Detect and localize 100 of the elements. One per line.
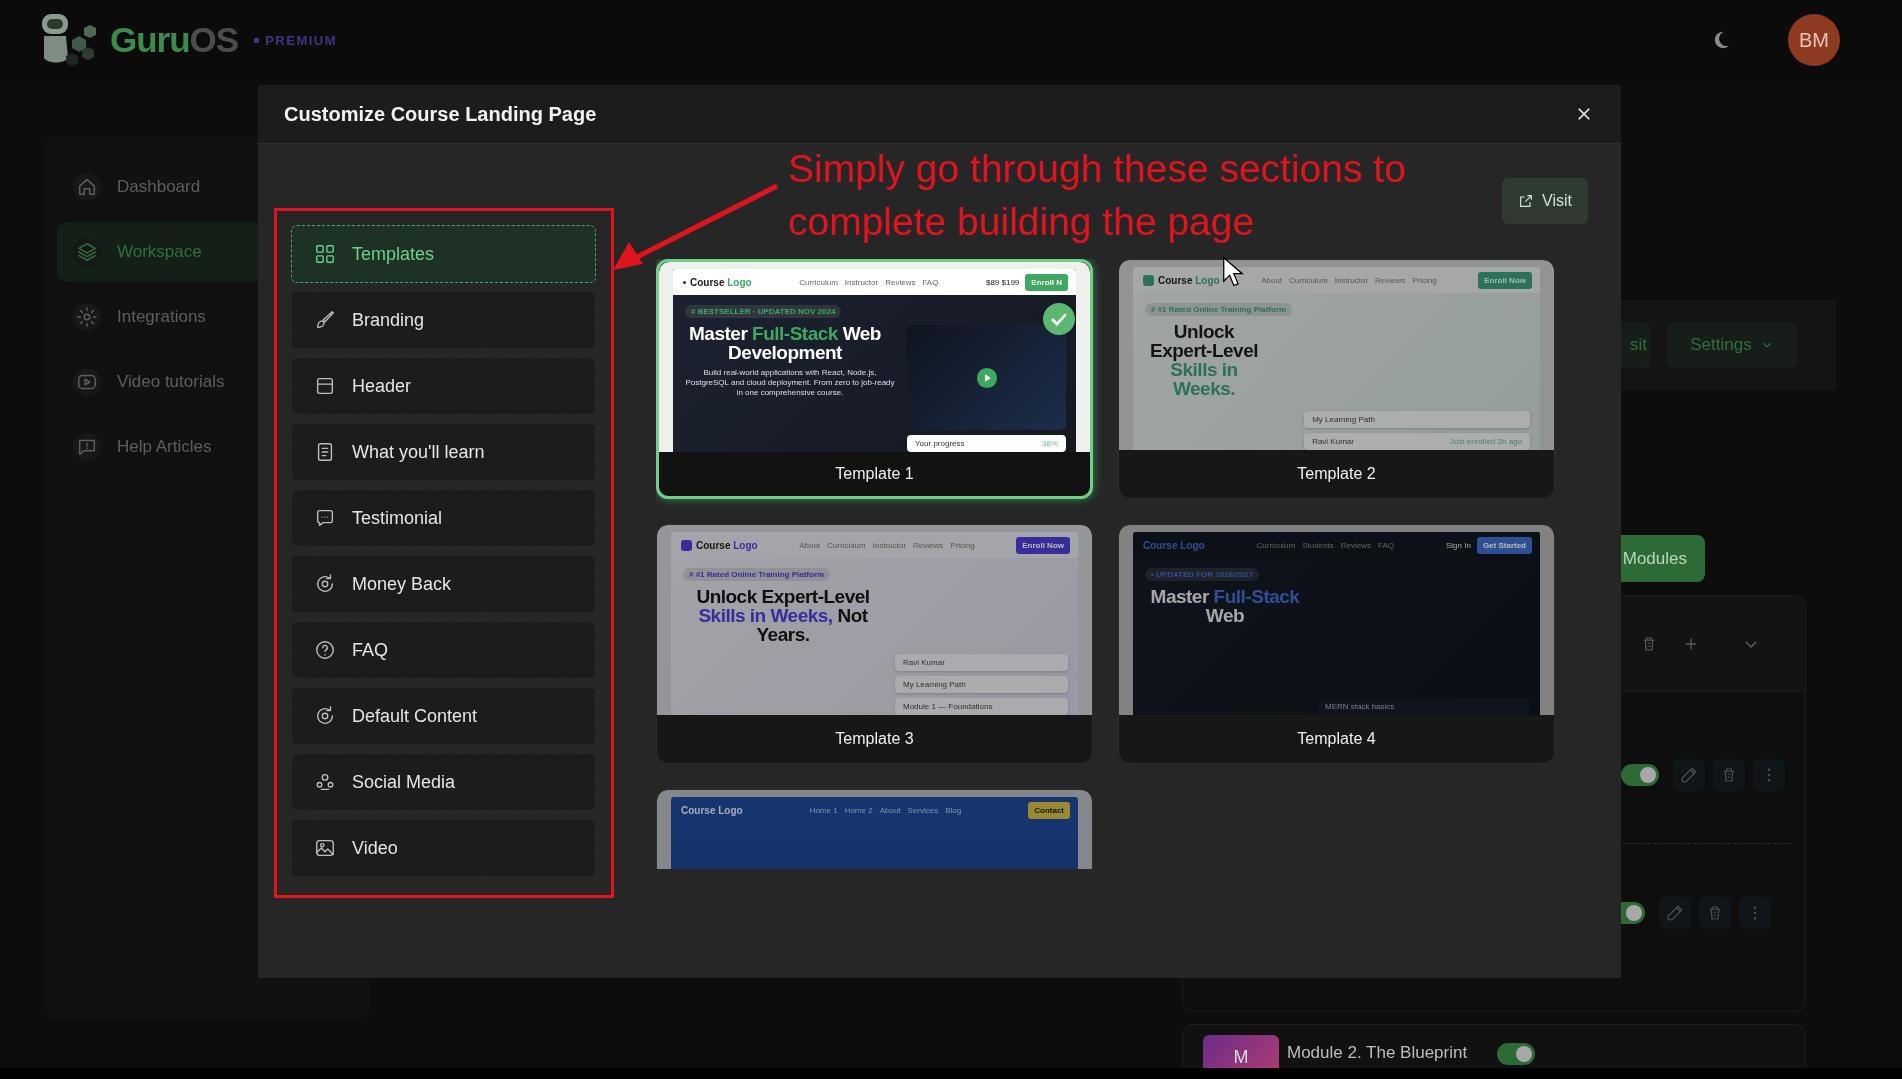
grid-icon	[314, 243, 336, 265]
nav-link: Services	[907, 805, 939, 815]
nav-link: About	[879, 805, 901, 815]
course-logo: Course Logo	[1143, 539, 1205, 551]
nav-link: Blog	[945, 805, 962, 815]
header-link: Sign In	[1445, 540, 1471, 550]
delete-button[interactable]	[1713, 758, 1745, 791]
nav-link: Curriculum	[1256, 540, 1296, 550]
delete-button[interactable]	[1699, 896, 1731, 929]
template-card[interactable]: Course Logo About Curriculum Instructor Reviews Pricing Enroll Now # #1 Rated Online Training Platform Unlock Expert-Level Skills in Weeks. My Learning Path Ravi Kumar Just enrolled 2h ago Template 2	[1118, 259, 1555, 499]
section-tab[interactable]: Templates	[291, 225, 596, 283]
people-icon	[314, 771, 336, 793]
visit-button[interactable]: Visit	[1502, 178, 1588, 224]
nav-link: Pricing	[1412, 275, 1437, 285]
nav-link: Reviews	[885, 277, 916, 287]
play-icon	[975, 366, 998, 389]
chat-icon	[314, 507, 336, 529]
hero-badge: # #1 Rated Online Training Platform	[683, 568, 831, 581]
nav-link: Home 1	[809, 805, 838, 815]
info-card: Module 1 — Foundations	[895, 698, 1068, 715]
course-logo: Course Logo	[1143, 274, 1220, 286]
template-card[interactable]: Course Logo About Curriculum Instructor Reviews Pricing Enroll Now # #1 Rated Online Training Platform Unlock Expert-Level Skills in Weeks, Not Years. Ravi Kumar My Learning Path Module 1 — Foundations Template 3	[656, 524, 1093, 764]
section-tab[interactable]: Branding	[291, 291, 596, 349]
info-card: My Learning Path	[1304, 411, 1530, 428]
section-tab[interactable]: Video	[291, 819, 596, 877]
template-card[interactable]: Course Logo Curriculum Instructor Reviews FAQ $89 $199 Enroll N # BESTSELLER · UPDATED NOV 2024 Master Full-Stack Web Development Build real-world applications with React, Node.js, PostgreSQL and cloud deployment. From zero to job-ready in one comprehensive course. Your progress 38% Template 1	[656, 259, 1093, 499]
cta-button: Enroll Now	[1478, 271, 1532, 289]
circle-arrow-icon	[314, 573, 336, 595]
section-tab[interactable]: Testimonial	[291, 489, 596, 547]
hero-headline: Unlock Expert-Level Skills in Weeks, Not Years.	[695, 587, 871, 644]
section-tab[interactable]: Social Media	[291, 753, 596, 811]
hero-headline: Master Full-Stack Web	[1149, 587, 1301, 625]
course-logo: Course Logo	[681, 539, 758, 551]
hero-badge: # #1 Rated Online Training Platform	[1145, 303, 1293, 316]
hero-badge: # BESTSELLER · UPDATED NOV 2024	[685, 305, 842, 318]
section-tab[interactable]: Money Back	[291, 555, 596, 613]
layout-icon	[314, 375, 336, 397]
section-tab[interactable]: What you'll learn	[291, 423, 596, 481]
circle-arrow-icon	[314, 705, 336, 727]
check-icon	[1042, 302, 1076, 336]
image-icon	[314, 837, 336, 859]
info-card: My Learning Path	[895, 676, 1068, 693]
nav-link: Instructor	[1334, 275, 1369, 285]
help-icon	[73, 433, 101, 461]
nav-link: Instructor	[872, 540, 907, 550]
pencil-icon[interactable]	[1666, 903, 1684, 922]
nav-link: Reviews	[1375, 275, 1406, 285]
external-link-icon	[1518, 193, 1535, 209]
brush-icon	[314, 309, 336, 331]
hero-description: Build real-world applications with React, Node.js, PostgreSQL and cloud deployment. From zero to job-ready in one comprehensive course.	[685, 368, 895, 398]
hero-headline: Master Full-Stack Web Development	[688, 324, 882, 362]
nav-link: Reviews	[1340, 540, 1372, 550]
cursor-icon	[1222, 256, 1244, 288]
layers-icon	[73, 238, 101, 266]
hero-headline: Unlock Expert-Level Skills in Weeks.	[1148, 322, 1259, 398]
info-card: Ravi Kumar Just enrolled 2h ago	[1304, 433, 1530, 450]
home-icon	[73, 173, 101, 201]
pencil-icon[interactable]	[1680, 765, 1698, 784]
toggle-switch[interactable]	[1621, 763, 1659, 786]
video-icon	[73, 368, 101, 396]
cta-button: Enroll Now	[1016, 536, 1070, 554]
nav-link: About	[1261, 275, 1283, 285]
hero-badge: • UPDATED FOR 2026/2027	[1145, 568, 1260, 581]
question-icon	[314, 639, 336, 661]
brand-name: GuruOS	[110, 20, 239, 60]
template-card[interactable]: Course Logo Home 1 Home 2 About Services Blog Contact	[656, 789, 1093, 869]
module-thumbnail: M	[1203, 1035, 1279, 1068]
template-card[interactable]: Course Logo Curriculum Students Reviews FAQ Sign In Get Started • UPDATED FOR 2026/2027 Master Full-Stack Web MERN stack basics Template 4	[1118, 524, 1555, 764]
nav-link: Instructor	[844, 277, 879, 287]
close-icon	[1575, 105, 1593, 123]
tier-label: PREMIUM	[254, 32, 338, 48]
gear-icon	[73, 303, 101, 331]
course-logo: Course Logo	[683, 276, 752, 288]
annotation-text: Simply go through these sections to complete building the page	[788, 146, 1406, 245]
nav-link: FAQ	[922, 277, 939, 287]
cta-button: Enroll N	[1025, 273, 1068, 291]
module-title: Module 2. The Blueprint	[1287, 1043, 1468, 1063]
section-tab[interactable]: Header	[291, 357, 596, 415]
section-tab[interactable]: Default Content	[291, 687, 596, 745]
section-tab[interactable]: FAQ	[291, 621, 596, 679]
toggle-switch[interactable]	[1497, 1043, 1536, 1065]
info-card: MERN stack basics	[1317, 698, 1530, 715]
nav-link: FAQ	[1378, 540, 1395, 550]
nav-link: Curriculum	[827, 540, 866, 550]
edit-button[interactable]	[1673, 758, 1705, 791]
user-avatar[interactable]: BM	[1788, 14, 1840, 66]
course-logo: Course Logo	[681, 804, 743, 816]
cta-button: Contact	[1028, 801, 1070, 819]
info-card: Your progress 38%	[907, 435, 1066, 452]
nav-link: Curriculum	[799, 277, 838, 287]
info-card: Ravi Kumar	[895, 654, 1068, 671]
nav-link: Home 2	[844, 805, 873, 815]
nav-link: About	[799, 540, 821, 550]
nav-link: Students	[1302, 540, 1334, 550]
edit-button[interactable]	[1659, 896, 1691, 929]
modal-title: Customize Course Landing Page	[284, 102, 598, 126]
nav-link: Reviews	[913, 540, 944, 550]
nav-link: Pricing	[950, 540, 975, 550]
header-link: $89 $199	[985, 277, 1020, 287]
cta-button: Get Started	[1476, 536, 1532, 554]
